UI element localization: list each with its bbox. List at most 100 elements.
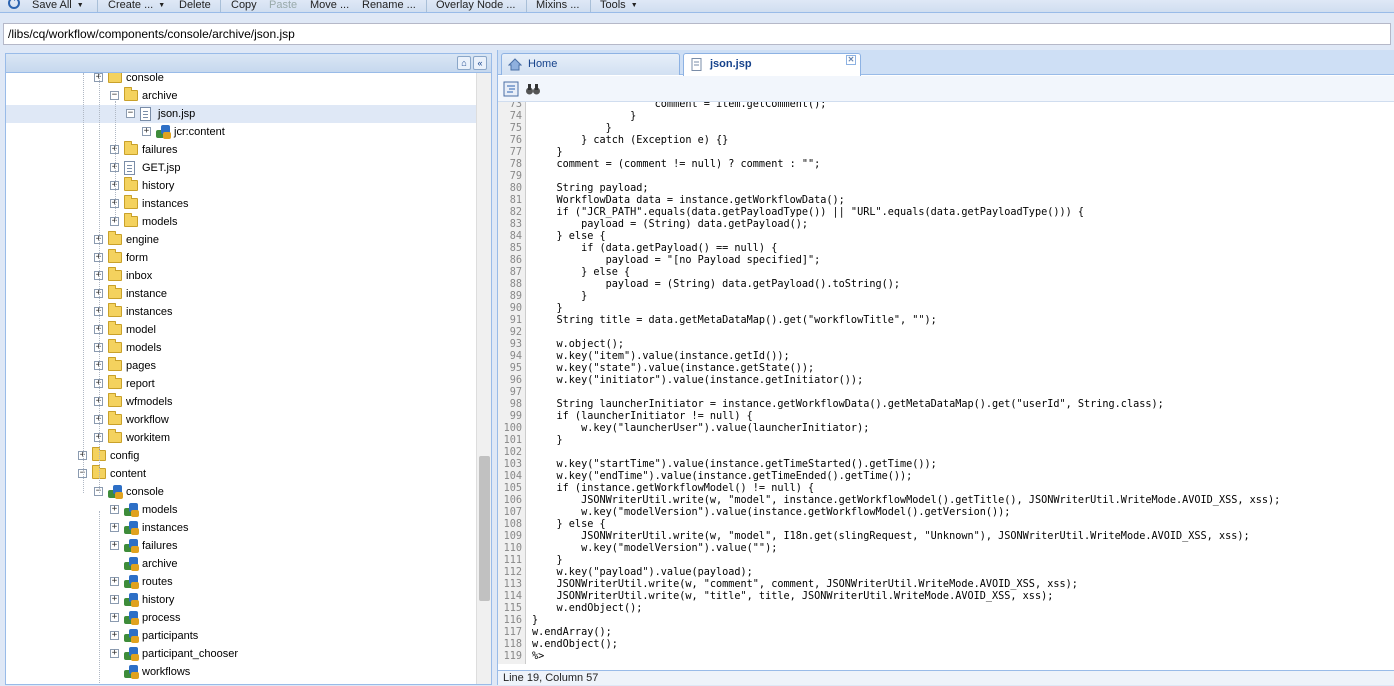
tree-node[interactable]: workflows [6, 663, 476, 681]
tree-node[interactable]: + participants [6, 627, 476, 645]
code-line: 111 } [498, 555, 1394, 567]
tree-node[interactable]: + instance [6, 285, 476, 303]
tree-node[interactable]: + participant_chooser [6, 645, 476, 663]
tree-node[interactable]: + routes [6, 573, 476, 591]
folder-icon [108, 249, 122, 263]
line-number: 76 [509, 135, 522, 146]
close-tab-icon[interactable]: ✕ [846, 55, 856, 65]
line-number: 80 [509, 183, 522, 194]
tree-node[interactable]: + wfmodels [6, 393, 476, 411]
code-text: w.endObject(); [532, 603, 643, 614]
tree-node-label: failures [142, 144, 178, 156]
tree-home-icon[interactable]: ⌂ [457, 56, 471, 70]
tree-node[interactable]: + engine [6, 231, 476, 249]
tools-button[interactable]: Tools ▼ [600, 0, 638, 12]
tree-node[interactable]: + workflow [6, 411, 476, 429]
tree-scrollbar[interactable] [476, 73, 491, 684]
code-line: 110 w.key("modelVersion").value(""); [498, 543, 1394, 555]
code-text: if (data.getPayload() == null) { [532, 243, 778, 254]
delete-button[interactable]: Delete [179, 0, 211, 12]
expand-toggle-icon[interactable]: + [142, 127, 151, 136]
tree-scrollbar-thumb[interactable] [479, 456, 490, 601]
tree-node[interactable]: + process [6, 609, 476, 627]
tree-node[interactable]: + failures [6, 537, 476, 555]
code-text: w.object(); [532, 339, 625, 350]
line-number: 73 [509, 102, 522, 110]
line-number: 81 [509, 195, 522, 206]
tree-node[interactable]: − json.jsp [6, 105, 476, 123]
save-all-button[interactable]: Save All ▼ [32, 0, 84, 12]
paste-button[interactable]: Paste [269, 0, 297, 12]
expand-toggle-icon[interactable]: + [110, 541, 119, 550]
code-text: } [532, 291, 588, 302]
tree-node[interactable]: + instances [6, 303, 476, 321]
find-binoculars-icon[interactable] [525, 81, 541, 97]
tree-node[interactable]: + models [6, 501, 476, 519]
collapse-panel-icon[interactable]: « [473, 56, 487, 70]
line-number: 77 [509, 147, 522, 158]
code-text: if (instance.getWorkflowModel() != null)… [532, 483, 815, 494]
line-number: 108 [503, 519, 522, 530]
tree-node[interactable]: + history [6, 591, 476, 609]
tree-node[interactable]: + console [6, 73, 476, 87]
code-text: comment = item.getComment(); [532, 102, 827, 110]
copy-button[interactable]: Copy [231, 0, 257, 12]
tree-node[interactable]: + config [6, 447, 476, 465]
tree-node[interactable]: + GET.jsp [6, 159, 476, 177]
rename-button[interactable]: Rename ... [362, 0, 416, 12]
tab-json-jsp[interactable]: json.jsp ✕ [683, 53, 861, 76]
path-field[interactable]: /libs/cq/workflow/components/console/arc… [3, 23, 1391, 45]
tree-node[interactable]: + failures [6, 141, 476, 159]
code-line: 90 } [498, 303, 1394, 315]
code-editor[interactable]: 73 comment = item.getComment(); 74 } 75 } 7… [498, 102, 1394, 664]
content-node-icon [124, 575, 139, 589]
tree-node-label: wfmodels [126, 396, 173, 408]
code-text: payload = (String) data.getPayload(); [532, 219, 809, 230]
code-text: comment = (comment != null) ? comment : … [532, 159, 821, 170]
line-number: 101 [503, 435, 522, 446]
code-line: 105 if (instance.getWorkflowModel() != n… [498, 483, 1394, 495]
tree-node[interactable]: archive [6, 555, 476, 573]
overlay-node-button[interactable]: Overlay Node ... [436, 0, 515, 12]
tree-node[interactable]: + pages [6, 357, 476, 375]
tree-node[interactable]: + instances [6, 195, 476, 213]
code-line: 82 if ("JCR_PATH".equals(data.getPayload… [498, 207, 1394, 219]
tree-node[interactable]: + history [6, 177, 476, 195]
format-code-icon[interactable] [503, 81, 519, 97]
expand-toggle-icon[interactable]: + [110, 577, 119, 586]
tree-node[interactable]: + report [6, 375, 476, 393]
mixins-button[interactable]: Mixins ... [536, 0, 579, 12]
tree-node[interactable]: + models [6, 339, 476, 357]
tree-node[interactable]: + inbox [6, 267, 476, 285]
code-line: 87 } else { [498, 267, 1394, 279]
code-text: w.key("modelVersion").value(""); [532, 543, 778, 554]
tree-node-label: form [126, 252, 148, 264]
expand-toggle-icon[interactable]: + [110, 631, 119, 640]
line-number: 114 [503, 591, 522, 602]
tree-node[interactable]: − content [6, 465, 476, 483]
expand-toggle-icon[interactable]: + [110, 523, 119, 532]
tree-node[interactable]: + form [6, 249, 476, 267]
collapse-toggle-icon[interactable]: − [110, 91, 119, 100]
line-number: 86 [509, 255, 522, 266]
tree-node[interactable]: + instances [6, 519, 476, 537]
tree-node[interactable]: + model [6, 321, 476, 339]
tab-home[interactable]: Home [501, 53, 680, 75]
tree-node[interactable]: − console [6, 483, 476, 501]
tree-node[interactable]: − archive [6, 87, 476, 105]
expand-toggle-icon[interactable]: + [110, 595, 119, 604]
tree-node-label: GET.jsp [142, 162, 181, 174]
move-button[interactable]: Move ... [310, 0, 349, 12]
expand-toggle-icon[interactable]: + [110, 613, 119, 622]
content-node-icon [124, 503, 139, 517]
collapse-toggle-icon[interactable]: − [126, 109, 135, 118]
tree-node[interactable]: + workitem [6, 429, 476, 447]
toolbar-separator [97, 0, 98, 12]
code-text: w.key("state").value(instance.getState()… [532, 363, 815, 374]
create-button[interactable]: Create ... ▼ [108, 0, 165, 12]
tree-node-label: history [142, 594, 175, 606]
tree-node[interactable]: + jcr:content [6, 123, 476, 141]
expand-toggle-icon[interactable]: + [110, 505, 119, 514]
tree-node[interactable]: + models [6, 213, 476, 231]
expand-toggle-icon[interactable]: + [110, 649, 119, 658]
